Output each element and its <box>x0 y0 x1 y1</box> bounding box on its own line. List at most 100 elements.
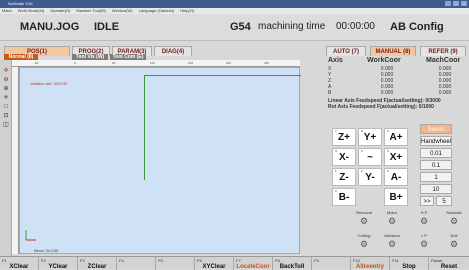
step-10-button[interactable]: 10 <box>420 184 452 194</box>
minimize-button[interactable]: _ <box>445 1 451 6</box>
fkey-label: XYClear <box>202 264 226 270</box>
step-1-button[interactable]: 1 <box>420 172 452 182</box>
iso-view-icon[interactable]: ◫ <box>2 122 10 129</box>
fkey-f6[interactable]: F6 XYClear <box>195 257 234 270</box>
tool-drill[interactable]: Drill ⚙ <box>442 233 466 249</box>
coord-header-work: WorkCoor <box>367 57 401 64</box>
jog-a-plus-button[interactable]: 9 A+ <box>384 128 408 146</box>
jog-key-number: . <box>387 189 388 193</box>
tool-simulate[interactable]: Simulate ⚙ <box>442 210 466 226</box>
jog-b-plus-button[interactable]: . B+ <box>384 188 408 206</box>
work-coord-b: 0.000 <box>380 90 394 96</box>
jog-speed-toggle-button[interactable]: 5 ~ <box>358 148 382 166</box>
function-key-bar: F1 XClear F2 YClear F3 ZClear F4 F5 F6 XYCle… <box>0 256 469 270</box>
gcode-indicator: G54 <box>230 21 251 33</box>
zoom-in-icon[interactable]: ⊕ <box>2 86 10 93</box>
jog-label: Y+ <box>363 132 377 143</box>
fkey-f2[interactable]: F2 YClear <box>39 257 78 270</box>
fkey-f1[interactable]: F1 XClear <box>0 257 39 270</box>
fkey-number: F1 <box>2 258 7 263</box>
jog-label: A+ <box>389 132 403 143</box>
jog-a-minus-button[interactable]: 3 A- <box>384 168 408 186</box>
axes-gizmo-icon <box>25 230 36 241</box>
pan-icon[interactable]: ✥ <box>2 68 10 75</box>
fkey-label: LocateCoor <box>236 264 270 270</box>
jog-y-minus-button[interactable]: 2 Y- <box>358 168 382 186</box>
step-0.01-button[interactable]: 0.01 <box>420 148 452 158</box>
front-view-icon[interactable]: ⊡ <box>2 113 10 120</box>
close-button[interactable]: × <box>461 1 467 6</box>
jog-label: X- <box>339 152 349 163</box>
tab-manual[interactable]: MANUAL (8) <box>370 46 416 56</box>
fkey-label: YClear <box>48 264 68 270</box>
ruler-label: 50 <box>112 61 116 65</box>
fkey-label: Reset <box>440 264 458 270</box>
tab-auto[interactable]: AUTO (7) <box>326 46 366 56</box>
gear-icon: ⚙ <box>419 239 429 249</box>
tool-label: Drill <box>450 233 458 238</box>
gear-icon: ⚙ <box>387 216 397 226</box>
fkey-f3[interactable]: F3 ZClear <box>78 257 117 270</box>
jog-x-plus-button[interactable]: 6 X+ <box>384 148 408 166</box>
fkey-f7[interactable]: F7 LocateCoor <box>234 257 273 270</box>
tool-removal[interactable]: Removal ⚙ <box>352 210 376 226</box>
jog-label: Y- <box>365 172 375 183</box>
jog-key-number: 7 <box>335 129 337 133</box>
fkey-label: AlIreentry <box>355 264 384 270</box>
machining-time-value: 00:00:00 <box>336 21 375 32</box>
ruler-label: 0 <box>74 61 76 65</box>
mode-indicator: MANU.JOG <box>20 21 80 33</box>
maximize-button[interactable]: □ <box>453 1 459 6</box>
fkey-f11[interactable]: F11 Stop <box>390 257 429 270</box>
tool-hp[interactable]: H.P ⚙ <box>412 210 436 226</box>
rect-view-icon[interactable]: □ <box>2 104 10 111</box>
fkey-number: F10 <box>353 258 360 263</box>
jog-key-number: 4 <box>335 149 337 153</box>
tool-abrasion[interactable]: Abrasion ⚙ <box>380 233 404 249</box>
jog-key-number: 8 <box>361 129 363 133</box>
canvas-memo: Memo: 3V:1/3H <box>34 249 59 253</box>
step-handwheel-button[interactable]: Handwheel <box>420 136 452 146</box>
fkey-f4[interactable]: F4 <box>117 257 156 270</box>
zoom-out-icon[interactable]: ⊖ <box>2 77 10 84</box>
tab-diag[interactable]: DIAG(4) <box>154 46 192 56</box>
fkey-f9[interactable]: F9 <box>312 257 351 270</box>
step-serius-button[interactable]: Serius <box>420 124 452 134</box>
fkey-number: F9 <box>314 258 319 263</box>
tool-motor[interactable]: Motor ⚙ <box>380 210 404 226</box>
ruler-label: -50 <box>34 61 39 65</box>
fkey-f10[interactable]: F10 AlIreentry <box>351 257 390 270</box>
fkey-f8[interactable]: F8 BackToll <box>273 257 312 270</box>
jog-x-minus-button[interactable]: 4 X- <box>332 148 356 166</box>
fkey-number: F2 <box>41 258 46 263</box>
jog-b-minus-button[interactable]: 0 B- <box>332 188 356 206</box>
fit-icon[interactable]: ✛ <box>2 95 10 102</box>
tool-lp[interactable]: L.P ⚙ <box>412 233 436 249</box>
vertical-ruler <box>12 67 19 254</box>
jog-key-number: 6 <box>387 149 389 153</box>
fkey-number: F8 <box>275 258 280 263</box>
ruler-label: 250 <box>264 61 270 65</box>
jog-label: B- <box>338 192 350 203</box>
tab-refer[interactable]: REFER (9) <box>420 46 466 56</box>
fkey-f5[interactable]: F5 <box>156 257 195 270</box>
tool-label: L.P <box>420 233 427 238</box>
fkey-pause[interactable]: Pause Reset <box>429 257 469 270</box>
step-more-button[interactable]: >> <box>420 196 434 206</box>
jog-z-plus-button[interactable]: 7 Z+ <box>332 128 356 146</box>
ruler-label: 100 <box>150 61 156 65</box>
horizontal-ruler: -50 0 50 100 150 200 250 <box>12 60 300 67</box>
jog-label: A- <box>390 172 402 183</box>
step-custom-value[interactable]: 5 <box>436 196 452 206</box>
fkey-label: Stop <box>402 264 416 270</box>
jog-key-number: 1 <box>335 169 337 173</box>
jog-key-number: 5 <box>361 149 363 153</box>
jog-y-plus-button[interactable]: 8 Y+ <box>358 128 382 146</box>
step-0.1-button[interactable]: 0.1 <box>420 160 452 170</box>
jog-z-minus-button[interactable]: 1 Z- <box>332 168 356 186</box>
tool-cutting[interactable]: Cutting ⚙ <box>352 233 376 249</box>
jog-label: X+ <box>389 152 403 163</box>
fkey-number: F11 <box>392 258 399 263</box>
toolpath-canvas[interactable]: Visitation rate: 100*0.00 Memo: 3V:1/3H <box>19 67 301 254</box>
ruler-label: 150 <box>188 61 194 65</box>
